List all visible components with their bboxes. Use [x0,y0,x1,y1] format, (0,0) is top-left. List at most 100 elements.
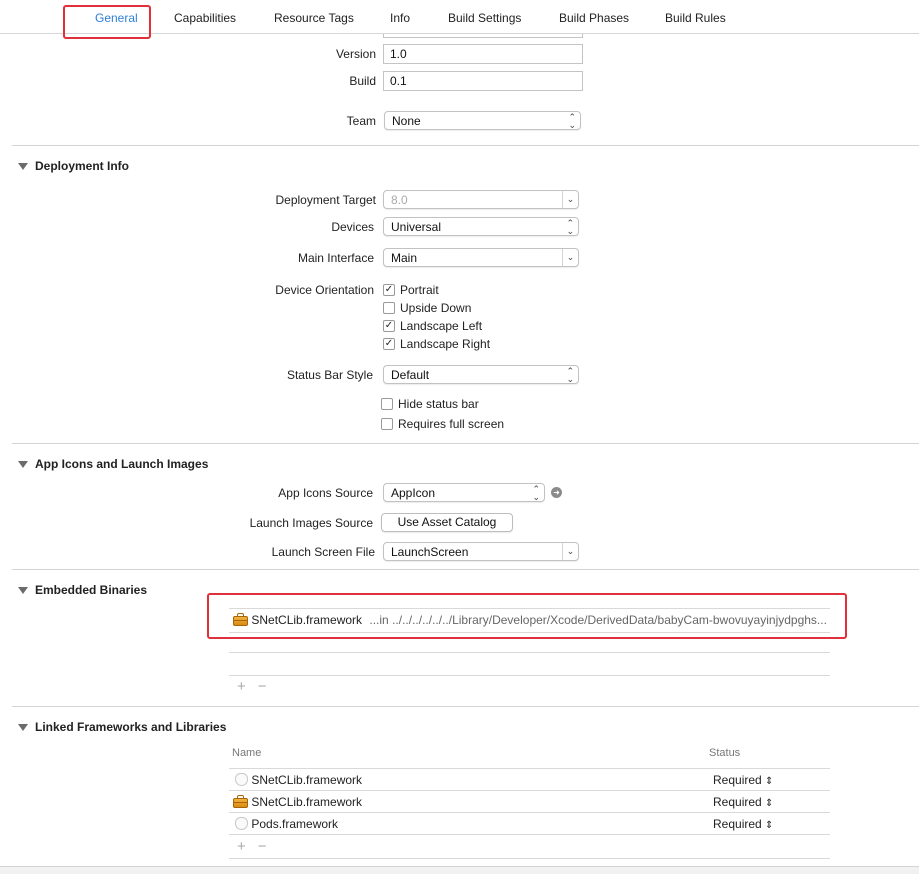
checkmark-icon: ✓ [383,284,395,296]
table-border [229,812,830,813]
table-border [229,675,830,676]
embedded-binaries-header[interactable]: Embedded Binaries [18,583,147,597]
deployment-target-label: Deployment Target [275,193,377,207]
status-bar-style-value: Default [391,368,430,382]
orientation-portrait-label: Portrait [400,283,439,297]
checkmark-icon: ✓ [383,338,395,350]
table-row[interactable]: Pods.framework [235,817,338,831]
main-interface-value: Main [391,251,418,265]
devices-label: Devices [331,220,374,234]
checkmark-icon: ✓ [383,320,395,332]
team-value: None [392,114,421,128]
framework-icon [233,795,248,808]
orientation-landscape-right-label: Landscape Right [400,337,491,351]
updown-icon: ⌃ ⌄ [532,484,540,502]
launch-screen-file-combo[interactable]: LaunchScreen ⌄ [383,542,579,561]
hide-status-bar-checkbox[interactable]: Hide status bar [381,397,479,411]
linked-row-name: Pods.framework [251,817,339,831]
devices-popup[interactable]: Universal ⌃ ⌄ [383,217,579,236]
table-row[interactable]: SNetCLib.framework [233,795,362,809]
linked-frameworks-header[interactable]: Linked Frameworks and Libraries [18,720,226,734]
tab-resource-tags[interactable]: Resource Tags [274,11,354,25]
build-field[interactable]: 0.1 [383,71,583,91]
orientation-landscape-left-checkbox[interactable]: ✓ Landscape Left [383,319,482,333]
tab-capabilities[interactable]: Capabilities [174,11,236,25]
build-label: Build [349,74,376,88]
linked-add-remove-bar: + − [237,838,267,855]
deployment-info-title: Deployment Info [35,159,130,173]
go-to-asset-arrow-icon[interactable]: ➜ [551,487,562,498]
embedded-binaries-highlight [207,593,847,639]
deployment-info-header[interactable]: Deployment Info [18,159,129,173]
app-icons-header[interactable]: App Icons and Launch Images [18,457,208,471]
linked-frameworks-title: Linked Frameworks and Libraries [35,720,227,734]
orientation-upside-down-checkbox[interactable]: Upside Down [383,301,471,315]
remove-linked-button[interactable]: − [258,838,267,855]
status-value: Required [713,795,762,809]
tab-build-phases[interactable]: Build Phases [559,11,629,25]
clipped-field [383,34,583,38]
linked-row-status[interactable]: Required ⇕ [713,795,773,809]
embedded-binaries-title: Embedded Binaries [35,583,148,597]
table-border [229,652,830,653]
deployment-target-value: 8.0 [391,193,408,207]
disclosure-triangle-icon [18,586,28,594]
device-orientation-label: Device Orientation [275,283,374,297]
orientation-portrait-checkbox[interactable]: ✓ Portrait [383,283,439,297]
tab-build-rules[interactable]: Build Rules [665,11,726,25]
updown-icon: ⌃ ⌄ [566,218,574,236]
checkbox-empty-icon [383,302,395,314]
app-icons-source-label: App Icons Source [278,486,373,500]
status-value: Required [713,817,762,831]
launch-images-source-label: Launch Images Source [249,516,373,530]
table-row[interactable]: SNetCLib.framework [235,773,362,787]
chevron-down-icon: ⌄ [562,191,578,208]
team-label: Team [346,114,376,128]
disclosure-triangle-icon [18,460,28,468]
linked-row-status[interactable]: Required ⇕ [713,817,773,831]
hide-status-bar-label: Hide status bar [398,397,479,411]
status-column-header[interactable]: Status [709,747,740,759]
version-label: Version [335,47,376,61]
chevron-down-icon: ⌄ [562,543,578,560]
requires-full-screen-checkbox[interactable]: Requires full screen [381,417,504,431]
updown-icon: ⇕ [765,798,774,809]
add-linked-button[interactable]: + [237,838,246,855]
app-icons-source-popup[interactable]: AppIcon ⌃ ⌄ [383,483,545,502]
app-icons-title: App Icons and Launch Images [35,457,209,471]
requires-full-screen-label: Requires full screen [398,417,505,431]
use-asset-catalog-button[interactable]: Use Asset Catalog [381,513,513,532]
checkbox-empty-icon [381,418,393,430]
embedded-add-remove-bar: + − [237,678,267,695]
tab-info[interactable]: Info [390,11,410,25]
disclosure-triangle-icon [18,162,28,170]
name-column-header[interactable]: Name [232,747,261,759]
main-interface-combo[interactable]: Main ⌄ [383,248,579,267]
disclosure-triangle-icon [18,723,28,731]
shield-icon [235,817,248,830]
table-border [229,768,830,769]
chevron-down-icon: ⌄ [562,249,578,266]
linked-row-name: SNetCLib.framework [251,795,363,809]
linked-row-name: SNetCLib.framework [251,773,363,787]
deployment-target-combo[interactable]: 8.0 ⌄ [383,190,579,209]
add-embedded-button[interactable]: + [237,678,246,695]
shield-icon [235,773,248,786]
section-divider [12,569,919,570]
table-border [229,834,830,835]
orientation-landscape-left-label: Landscape Left [400,319,483,333]
window-bottom-edge [0,866,919,874]
section-divider [12,145,919,146]
remove-embedded-button[interactable]: − [258,678,267,695]
status-bar-style-popup[interactable]: Default ⌃ ⌄ [383,365,579,384]
version-field[interactable]: 1.0 [383,44,583,64]
team-popup[interactable]: None ⌃ ⌄ [384,111,581,130]
tab-build-settings[interactable]: Build Settings [448,11,521,25]
orientation-upside-down-label: Upside Down [400,301,472,315]
general-tab-highlight [63,5,151,39]
section-divider [12,706,919,707]
launch-screen-file-label: Launch Screen File [271,545,375,559]
linked-row-status[interactable]: Required ⇕ [713,773,773,787]
updown-icon: ⌃ ⌄ [566,366,574,384]
orientation-landscape-right-checkbox[interactable]: ✓ Landscape Right [383,337,490,351]
